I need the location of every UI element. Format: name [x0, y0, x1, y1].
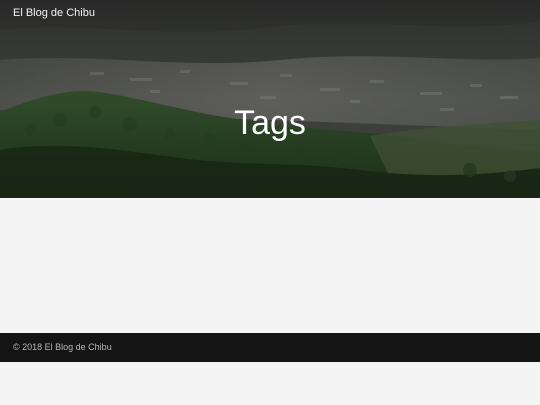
hero-background-image — [0, 0, 540, 198]
footer-copyright: © 2018 El Blog de Chibu — [13, 342, 112, 352]
main-content — [0, 198, 540, 333]
footer: © 2018 El Blog de Chibu — [0, 333, 540, 362]
page: El Blog de Chibu Tags © 2018 El Blog de … — [0, 0, 540, 405]
site-title-link[interactable]: El Blog de Chibu — [13, 7, 95, 19]
hero-header: El Blog de Chibu Tags — [0, 0, 540, 198]
page-title: Tags — [234, 104, 306, 142]
